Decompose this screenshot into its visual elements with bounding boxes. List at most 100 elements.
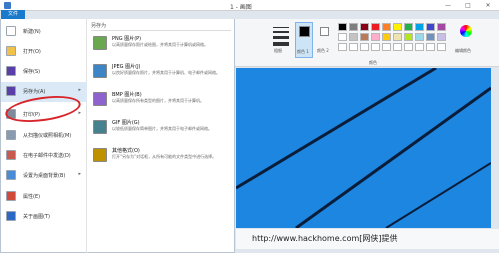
custom-color-slot[interactable] [349, 43, 358, 51]
palette-swatch[interactable] [393, 23, 402, 31]
palette-swatch[interactable] [437, 33, 446, 41]
color2-label: 颜色 2 [317, 48, 329, 53]
save-format-option[interactable]: JPEG 图片(J) 以良好质量保存照片，并将其用于计算机、电子邮件或网络。 [88, 61, 235, 89]
file-menu-item[interactable]: 设置为桌面背景(B) ▸ [1, 166, 87, 186]
file-menu-item[interactable]: 打开(O) [1, 42, 87, 62]
jpeg-file-icon [93, 64, 107, 78]
palette-swatch[interactable] [437, 23, 446, 31]
custom-color-slot[interactable] [371, 43, 380, 51]
file-menu-item-label: 另存为(A) [23, 89, 46, 95]
custom-color-slot[interactable] [360, 43, 369, 51]
edit-colors-label: 编辑颜色 [455, 48, 471, 53]
file-menu-item-label: 保存(S) [23, 69, 41, 75]
palette-swatch[interactable] [426, 33, 435, 41]
format-description: 以较低质量保存简单图片，并将其用于电子邮件或网络。 [112, 126, 212, 131]
palette-swatch[interactable] [360, 23, 369, 31]
palette-swatch[interactable] [426, 23, 435, 31]
new-file-icon [6, 26, 16, 36]
save-as-heading: 另存为 [91, 22, 231, 31]
file-menu-item-label: 从扫描仪或照相机(M) [23, 133, 72, 139]
custom-color-slot[interactable] [338, 43, 347, 51]
open-folder-icon [6, 46, 16, 56]
color-wheel-icon [460, 25, 472, 37]
save-disk-icon [6, 66, 16, 76]
file-menu-item[interactable]: 从扫描仪或照相机(M) [1, 126, 87, 146]
palette-swatch[interactable] [338, 33, 347, 41]
format-title: GIF 图片(G) [112, 120, 140, 126]
format-title: PNG 图片(P) [112, 36, 142, 42]
palette-swatch[interactable] [349, 23, 358, 31]
edit-colors-button[interactable]: 编辑颜色 [455, 23, 477, 57]
file-menu-item[interactable]: 新建(N) [1, 22, 87, 42]
color1-button[interactable]: 颜色 1 [295, 22, 313, 58]
color2-button[interactable]: 颜色 2 [316, 22, 334, 58]
palette-swatch[interactable] [371, 23, 380, 31]
palette-swatch[interactable] [415, 23, 424, 31]
format-description: 以高质量保存照片或绘图，并将其用于计算机或网络。 [112, 42, 208, 47]
save-format-option[interactable]: PNG 图片(P) 以高质量保存照片或绘图，并将其用于计算机或网络。 [88, 33, 235, 61]
color-palette [338, 23, 448, 59]
close-button[interactable]: ✕ [480, 1, 496, 10]
format-title: JPEG 图片(J) [112, 64, 141, 70]
file-menu-item-label: 打开(O) [23, 49, 41, 55]
window-title: 1 - 画图 [230, 4, 252, 11]
palette-swatch[interactable] [404, 33, 413, 41]
file-menu-item[interactable]: 保存(S) [1, 62, 87, 82]
save-format-option[interactable]: 其他格式(O) 打开“另存为”对话框，从所有可能的文件类型中进行选择。 [88, 145, 235, 173]
canvas-area [236, 68, 499, 253]
watermark-banner: http://www.hackhome.com[网侠]提供 [236, 229, 499, 249]
format-title: 其他格式(O) [112, 148, 140, 154]
palette-swatch[interactable] [382, 23, 391, 31]
paint-app-icon [4, 2, 11, 9]
custom-color-slot[interactable] [426, 43, 435, 51]
properties-check-icon [6, 191, 16, 201]
palette-swatch[interactable] [404, 23, 413, 31]
custom-color-slot[interactable] [437, 43, 446, 51]
thickness-lines-icon [273, 25, 289, 46]
title-bar: 1 - 画图 — □ ✕ [0, 0, 499, 11]
drawing-canvas[interactable] [236, 68, 491, 228]
submenu-arrow-icon: ▸ [78, 171, 81, 177]
format-title: BMP 图片(B) [112, 92, 142, 98]
other-formats-icon [93, 148, 107, 162]
png-file-icon [93, 36, 107, 50]
maximize-button[interactable]: □ [460, 1, 476, 10]
file-menu-item[interactable]: 关于画图(T) [1, 207, 87, 227]
file-menu-item-label: 新建(N) [23, 29, 41, 35]
color2-swatch [320, 27, 329, 36]
file-menu-item-label: 设置为桌面背景(B) [23, 173, 66, 179]
format-description: 打开“另存为”对话框，从所有可能的文件类型中进行选择。 [112, 154, 217, 159]
color1-label: 颜色 1 [297, 49, 309, 54]
palette-swatch[interactable] [360, 33, 369, 41]
submenu-arrow-icon: ▸ [78, 87, 81, 93]
custom-color-slot[interactable] [393, 43, 402, 51]
custom-color-slot[interactable] [382, 43, 391, 51]
save-format-option[interactable]: BMP 图片(B) 以高质量保存所有类型的图片，并将其用于计算机。 [88, 89, 235, 117]
colors-group-label: 颜色 [369, 60, 377, 65]
format-description: 以高质量保存所有类型的图片，并将其用于计算机。 [112, 98, 204, 103]
palette-swatch[interactable] [382, 33, 391, 41]
palette-swatch[interactable] [349, 33, 358, 41]
save-format-option[interactable]: GIF 图片(G) 以较低质量保存简单图片，并将其用于电子邮件或网络。 [88, 117, 235, 145]
file-menu-commands: 新建(N) 打开(O) 保存(S) 另存为(A) ▸ 打印(P) ▸ 从扫描仪或照相机(M) 在… [1, 19, 87, 253]
save-as-submenu: 另存为 PNG 图片(P) 以高质量保存照片或绘图，并将其用于计算机或网络。 JPE… [88, 19, 235, 253]
email-icon [6, 150, 16, 160]
palette-swatch[interactable] [371, 33, 380, 41]
custom-color-slot[interactable] [415, 43, 424, 51]
desktop-background-icon [6, 170, 16, 180]
palette-swatch[interactable] [393, 33, 402, 41]
scanner-icon [6, 130, 16, 140]
file-menu-item[interactable]: 在电子邮件中发送(D) [1, 146, 87, 166]
file-menu-item-label: 关于画图(T) [23, 214, 50, 220]
palette-swatch[interactable] [338, 23, 347, 31]
thickness-label: 粗细 [274, 48, 282, 53]
bmp-file-icon [93, 92, 107, 106]
file-menu-item[interactable]: 属性(E) [1, 187, 87, 207]
file-tab[interactable]: 文件 [1, 10, 25, 19]
custom-color-slot[interactable] [404, 43, 413, 51]
minimize-button[interactable]: — [440, 1, 456, 10]
thickness-button[interactable]: 粗细 [270, 23, 292, 57]
save-as-icon [6, 86, 16, 96]
palette-swatch[interactable] [415, 33, 424, 41]
color1-swatch [299, 26, 310, 37]
